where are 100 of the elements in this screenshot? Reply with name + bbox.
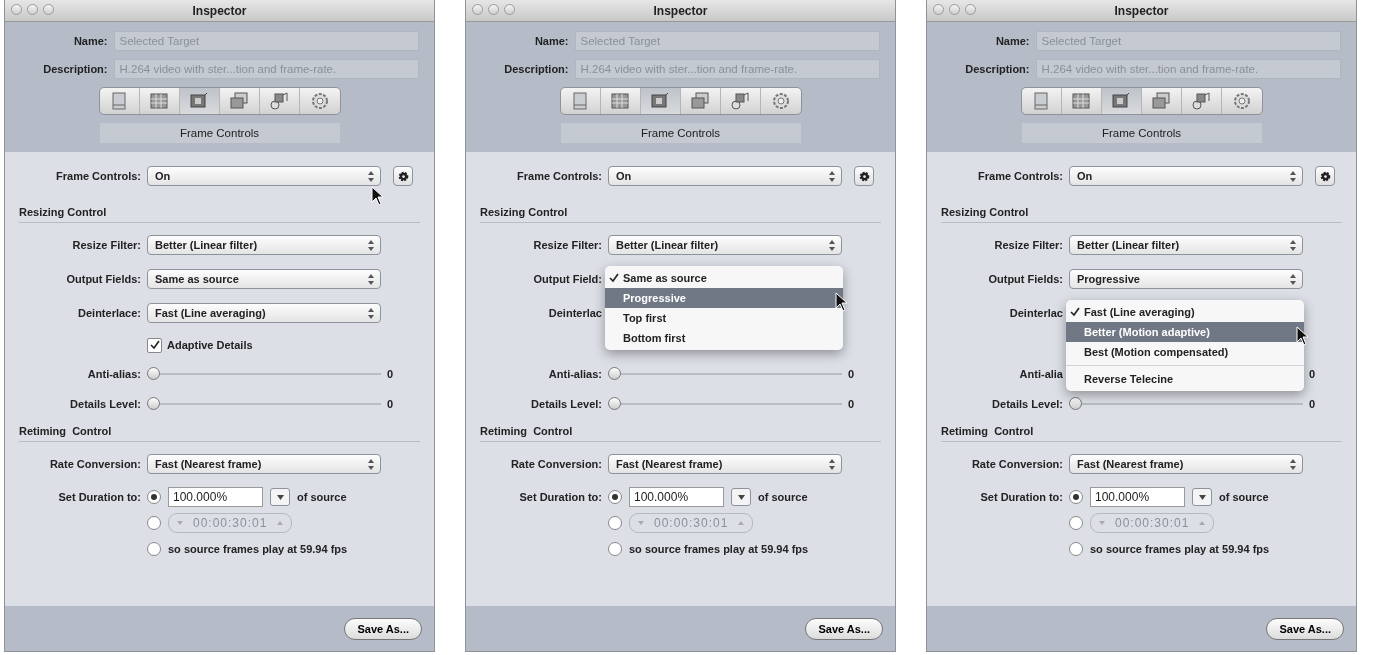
gear-icon <box>1319 170 1331 182</box>
check-icon <box>149 340 160 350</box>
stepper-icon <box>368 307 374 319</box>
slider-thumb[interactable] <box>608 367 621 380</box>
slider-thumb[interactable] <box>1069 397 1082 410</box>
pane-title: Frame Controls <box>1021 123 1262 143</box>
popup-button[interactable]: On <box>608 166 842 186</box>
percent-field[interactable]: 100.000% <box>168 487 263 507</box>
gear-icon <box>309 91 330 111</box>
radio-button[interactable] <box>1069 490 1083 504</box>
field-label: Deinterlac <box>1008 307 1063 319</box>
stepper-icon <box>1290 170 1296 182</box>
section-heading: Retiming Control <box>480 425 881 442</box>
popup-button[interactable]: Better (Linear filter) <box>1069 235 1303 255</box>
gear-icon <box>858 170 870 182</box>
slider-thumb[interactable] <box>608 397 621 410</box>
menu-item[interactable]: Fast (Line averaging) <box>1066 302 1304 322</box>
slider-thumb[interactable] <box>147 397 160 410</box>
slider-track[interactable] <box>147 397 381 411</box>
percent-field[interactable]: 100.000% <box>1090 487 1185 507</box>
timecode-field: 00:00:30:01 <box>1090 513 1215 533</box>
window-button[interactable] <box>43 4 54 15</box>
window-button[interactable] <box>933 4 944 15</box>
popup-button[interactable]: Fast (Nearest frame) <box>608 454 842 474</box>
radio-button[interactable] <box>147 490 161 504</box>
toolbar-button[interactable] <box>640 88 681 114</box>
popup-button[interactable]: Fast (Nearest frame) <box>147 454 381 474</box>
stepper-icon <box>1290 273 1296 285</box>
field-label: Name: <box>72 35 108 47</box>
suffix-label: of source <box>758 491 808 503</box>
menu-item[interactable]: Best (Motion compensated) <box>1066 342 1304 362</box>
field-label: Frame Controls: <box>55 170 141 182</box>
popup-button[interactable]: Progressive <box>1069 269 1303 289</box>
slider-track[interactable] <box>147 367 381 381</box>
stepper-icon <box>368 458 374 470</box>
menu-item[interactable]: Bottom first <box>605 328 843 348</box>
stepper-icon <box>1290 239 1296 251</box>
suffix-label: of source <box>297 491 347 503</box>
slider-value: 0 <box>848 368 856 380</box>
field-label: Deinterlace: <box>77 307 141 319</box>
field-label: Set Duration to: <box>518 491 602 503</box>
window-button[interactable] <box>965 4 976 15</box>
field-label: Rate Conversion: <box>509 458 602 470</box>
check-icon <box>609 273 619 283</box>
window-button[interactable] <box>488 4 499 15</box>
window-button[interactable] <box>27 4 38 15</box>
window-button[interactable] <box>949 4 960 15</box>
save-as-button[interactable]: Save As... <box>805 617 883 640</box>
slider-thumb[interactable] <box>147 367 160 380</box>
popup-button[interactable]: Same as source <box>147 269 381 289</box>
toolbar-button[interactable] <box>1101 88 1142 114</box>
field-label: Set Duration to: <box>57 491 141 503</box>
field-label: Set Duration to: <box>979 491 1063 503</box>
dropdown-button[interactable] <box>1192 488 1212 506</box>
radio-button[interactable] <box>147 542 161 556</box>
settings-button[interactable] <box>393 166 413 186</box>
percent-field[interactable]: 100.000% <box>629 487 724 507</box>
document-icon <box>1031 91 1051 111</box>
slider-value: 0 <box>387 368 395 380</box>
slider-track[interactable] <box>608 397 842 411</box>
shapes-icon <box>1191 91 1211 111</box>
popup-button[interactable]: On <box>147 166 381 186</box>
stacked-windows-icon <box>1151 91 1171 111</box>
option-label: so source frames play at 59.94 fps <box>1090 543 1270 555</box>
window-button[interactable] <box>11 4 22 15</box>
slider-track[interactable] <box>608 367 842 381</box>
popup-button[interactable]: On <box>1069 166 1303 186</box>
radio-button[interactable] <box>608 516 622 530</box>
caret-icon <box>276 494 284 500</box>
menu-item[interactable]: Same as source <box>605 268 843 288</box>
down-arrow-icon <box>177 521 183 525</box>
popup-button[interactable]: Better (Linear filter) <box>147 235 381 255</box>
suffix-label: of source <box>1219 491 1269 503</box>
stepper-icon <box>368 170 374 182</box>
save-as-button[interactable]: Save As... <box>344 617 422 640</box>
field-label: Description: <box>42 63 108 75</box>
section-heading: Retiming Control <box>19 425 420 442</box>
popup-button[interactable]: Fast (Line averaging) <box>147 303 381 323</box>
window-button[interactable] <box>504 4 515 15</box>
save-as-button[interactable]: Save As... <box>1266 617 1344 640</box>
radio-button[interactable] <box>608 542 622 556</box>
slider-track[interactable] <box>1069 397 1303 411</box>
stacked-windows-icon <box>229 91 249 111</box>
settings-button[interactable] <box>1315 166 1335 186</box>
dropdown-button[interactable] <box>270 488 290 506</box>
radio-button[interactable] <box>147 516 161 530</box>
menu-item[interactable]: Top first <box>605 308 843 328</box>
settings-button[interactable] <box>854 166 874 186</box>
stepper-icon <box>829 458 835 470</box>
dropdown-button[interactable] <box>731 488 751 506</box>
checkbox[interactable] <box>147 337 162 353</box>
menu-item[interactable]: Reverse Telecine <box>1066 369 1304 389</box>
field-label: Resize Filter: <box>532 239 602 251</box>
radio-button[interactable] <box>608 490 622 504</box>
popup-button[interactable]: Fast (Nearest frame) <box>1069 454 1303 474</box>
popup-button[interactable]: Better (Linear filter) <box>608 235 842 255</box>
window-button[interactable] <box>472 4 483 15</box>
radio-button[interactable] <box>1069 542 1083 556</box>
toolbar-button[interactable] <box>179 88 220 114</box>
radio-button[interactable] <box>1069 516 1083 530</box>
